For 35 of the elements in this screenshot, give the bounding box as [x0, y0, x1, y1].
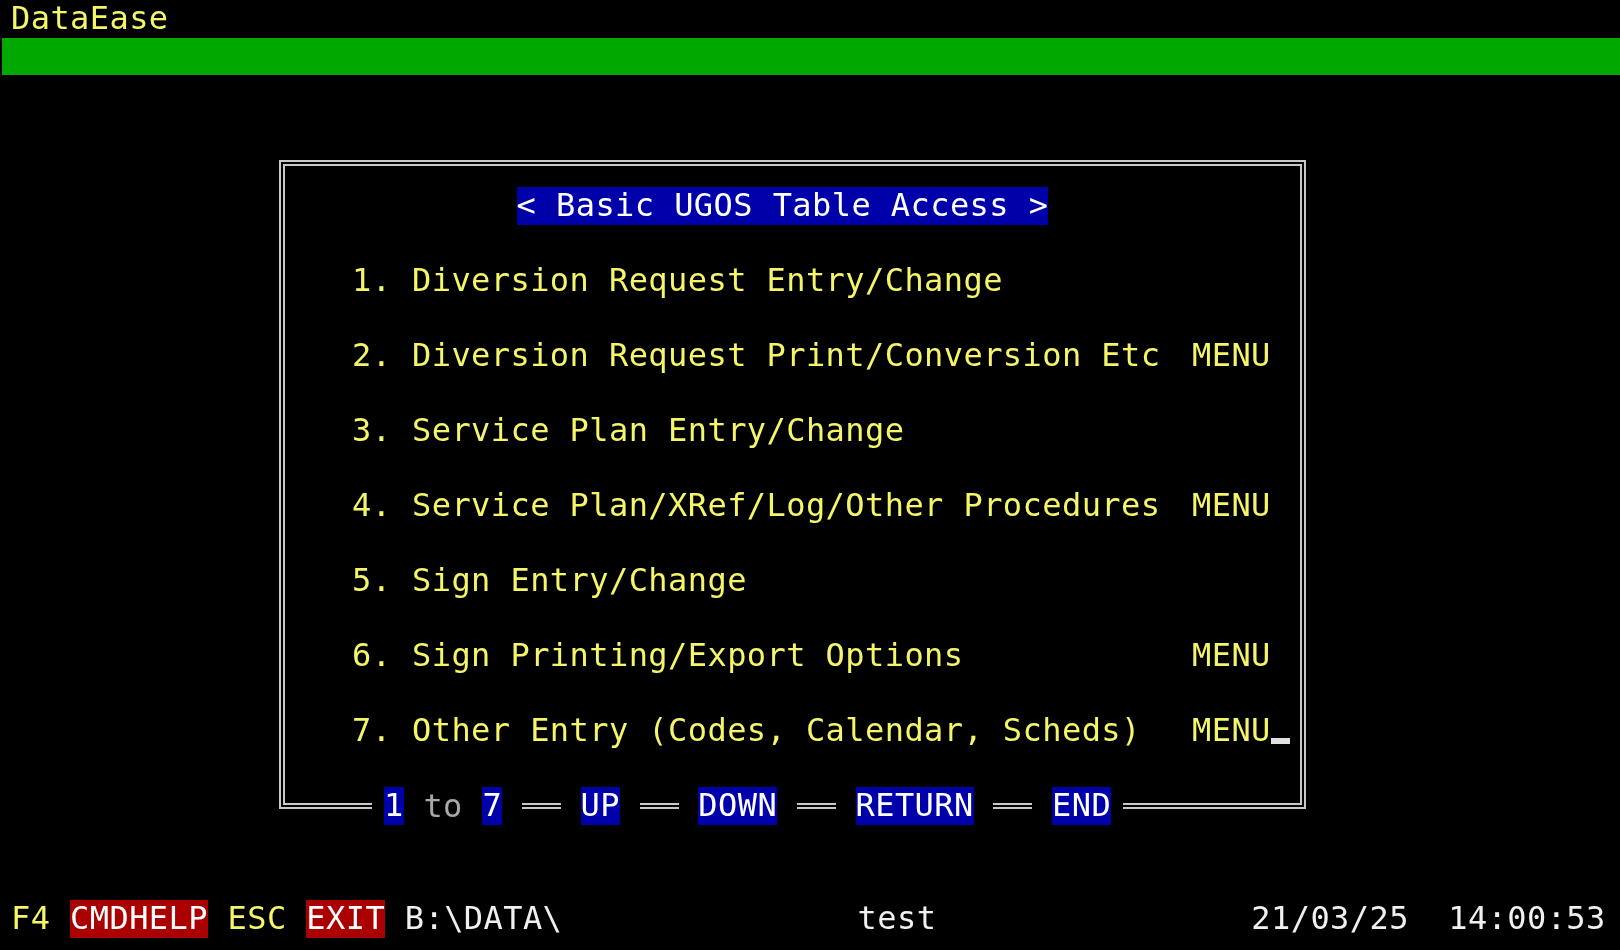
key-hint[interactable]: UP	[580, 787, 620, 825]
item-number: 6.	[352, 637, 393, 675]
menu-title: < Basic UGOS Table Access >	[516, 187, 1049, 225]
command-label[interactable]: EXIT	[306, 900, 386, 938]
menu-item[interactable]: Sign Entry/Change	[412, 562, 1192, 600]
key-hint[interactable]: DOWN	[698, 787, 778, 825]
function-key-label: F4	[11, 900, 51, 938]
menu-tag: MENU	[1192, 486, 1271, 524]
item-number: 4.	[352, 487, 393, 525]
status-text: B:\DATA\	[404, 900, 563, 938]
app-title: DataEase	[10, 0, 170, 38]
item-number: 2.	[352, 337, 393, 375]
status-text: 14:00:53	[1448, 900, 1606, 938]
command-label[interactable]: CMDHELP	[70, 900, 208, 938]
key-hint[interactable]: 7	[482, 787, 503, 825]
menu-item[interactable]: Service Plan/XRef/Log/Other Procedures	[412, 487, 1192, 525]
key-hint[interactable]: RETURN	[855, 787, 974, 825]
menu-item[interactable]: Sign Printing/Export Options	[412, 637, 1192, 675]
menu-tag: MENU	[1192, 711, 1271, 749]
item-number: 1.	[352, 262, 393, 300]
item-number: 5.	[352, 562, 393, 600]
menu-tag: MENU	[1192, 336, 1271, 374]
item-number: 7.	[352, 712, 393, 750]
menu-tag: MENU	[1192, 636, 1271, 674]
menu-item[interactable]: Other Entry (Codes, Calendar, Scheds)	[412, 712, 1192, 750]
menu-item[interactable]: Diversion Request Print/Conversion Etc	[412, 337, 1192, 375]
status-text: 21/03/25	[1251, 900, 1409, 938]
item-number: 3.	[352, 412, 393, 450]
menu-item[interactable]: Service Plan Entry/Change	[412, 412, 1192, 450]
key-hint[interactable]: 1	[384, 787, 404, 825]
key-text: to	[423, 786, 463, 825]
menu-item[interactable]: Diversion Request Entry/Change	[412, 262, 1192, 300]
status-text: test	[857, 900, 937, 938]
function-key-label: ESC	[227, 900, 287, 938]
key-hint[interactable]: END	[1052, 787, 1112, 825]
